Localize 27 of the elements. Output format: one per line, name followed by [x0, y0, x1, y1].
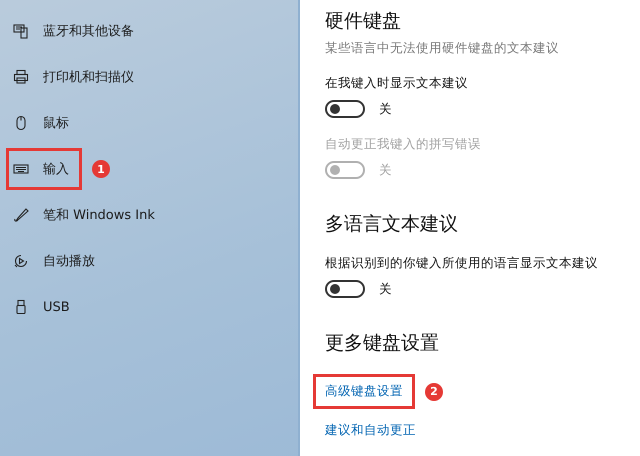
section-heading: 更多键盘设置: [325, 331, 440, 356]
settings-link[interactable]: 建议和自动更正: [313, 413, 428, 448]
toggle-state: 关: [379, 162, 392, 178]
sidebar-item[interactable]: 鼠标: [6, 102, 82, 144]
sidebar-item[interactable]: 蓝牙和其他设备: [6, 10, 147, 52]
pen-icon: [13, 207, 29, 223]
settings-link[interactable]: 高级键盘设置: [313, 374, 415, 409]
step-badge: 1: [92, 160, 110, 178]
setting-label: 自动更正我键入的拼写错误: [325, 136, 482, 153]
section-heading: 多语言文本建议: [325, 212, 459, 237]
autoplay-icon: [13, 253, 29, 269]
sidebar-item[interactable]: 自动播放: [6, 240, 108, 282]
printer-icon: [13, 69, 29, 85]
sidebar-item[interactable]: USB: [6, 286, 83, 328]
toggle-switch[interactable]: [325, 280, 365, 298]
section-heading: 硬件键盘: [325, 9, 402, 34]
step-badge: 2: [425, 382, 443, 400]
section-description: 某些语言中无法使用硬件键盘的文本建议: [325, 40, 560, 57]
setting-label: 在我键入时显示文本建议: [325, 75, 469, 92]
toggle-state: 关: [379, 280, 392, 298]
sidebar-item[interactable]: 笔和 Windows Ink: [6, 194, 168, 236]
sidebar-item[interactable]: 输入: [6, 148, 82, 190]
toggle-switch[interactable]: [325, 100, 365, 118]
setting-label: 根据识别到的你键入所使用的语言显示文本建议: [325, 255, 599, 272]
sidebar-item[interactable]: 打印机和扫描仪: [6, 56, 147, 98]
toggle-state: 关: [379, 100, 392, 118]
devices-icon: [13, 23, 29, 39]
